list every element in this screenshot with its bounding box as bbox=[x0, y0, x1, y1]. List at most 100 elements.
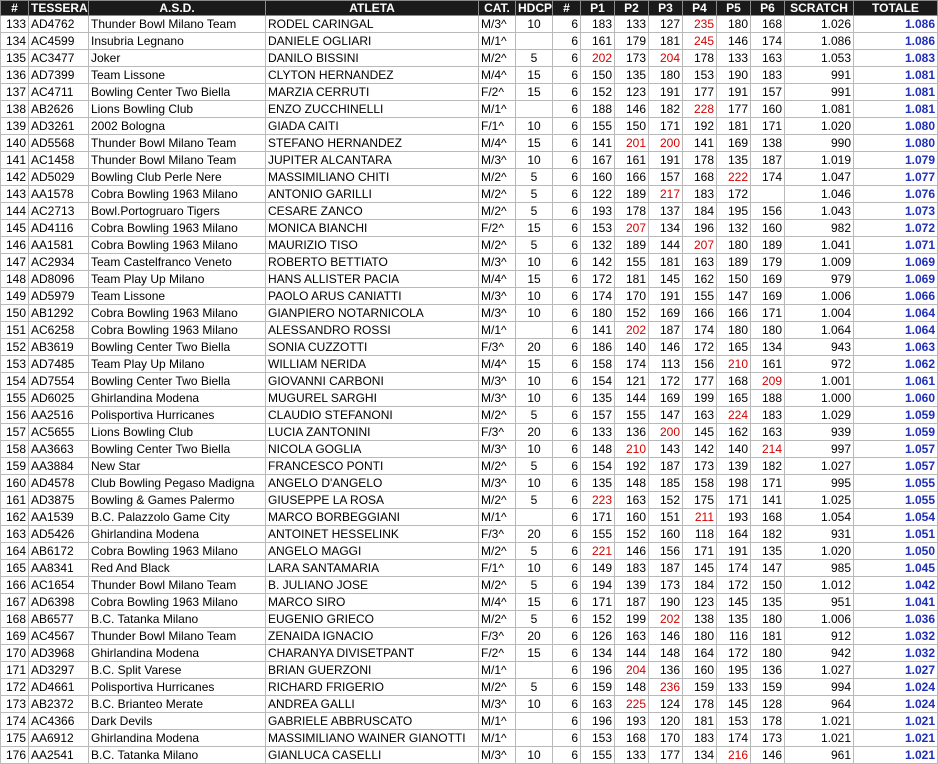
cell-game-score-p5: 133 bbox=[716, 678, 751, 696]
cell-game-score-p6: 138 bbox=[750, 134, 785, 152]
cell-game-score-p4: 199 bbox=[682, 389, 717, 407]
cell-position: 162 bbox=[0, 508, 29, 526]
cell-game-score-p4: 163 bbox=[682, 406, 717, 424]
cell-position: 163 bbox=[0, 525, 29, 543]
cell-game-score-p3: 137 bbox=[648, 202, 683, 220]
cell-asd: Thunder Bowl Milano Team bbox=[88, 134, 266, 152]
cell-totale: 1.024 bbox=[853, 678, 938, 696]
table-row: 160 AD4578 Club Bowling Pegaso Madigna ANGE… bbox=[0, 474, 938, 492]
table-row: 165 AA8341 Red And Black LARA SANTAMARIA F/1… bbox=[0, 559, 938, 577]
cell-game-score-p6 bbox=[750, 185, 785, 203]
cell-scratch: 1.021 bbox=[784, 729, 854, 747]
cell-game-score-p1: 153 bbox=[580, 219, 615, 237]
cell-game-score-p2: 179 bbox=[614, 32, 649, 50]
cell-atleta: ANTONIO GARILLI bbox=[265, 185, 479, 203]
cell-atleta: GIANLUCA CASELLI bbox=[265, 746, 479, 764]
cell-position: 170 bbox=[0, 644, 29, 662]
cell-totale: 1.050 bbox=[853, 542, 938, 560]
cell-hdcp: 10 bbox=[515, 474, 553, 492]
cell-position: 135 bbox=[0, 49, 29, 67]
cell-scratch: 1.047 bbox=[784, 168, 854, 186]
cell-game-score-p1: 223 bbox=[580, 491, 615, 509]
cell-totale: 1.041 bbox=[853, 593, 938, 611]
cell-position: 138 bbox=[0, 100, 29, 118]
cell-atleta: EUGENIO GRIECO bbox=[265, 610, 479, 628]
cell-game-score-p2: 189 bbox=[614, 185, 649, 203]
table-row: 146 AA1581 Cobra Bowling 1963 Milano MAURIZ… bbox=[0, 236, 938, 254]
cell-game-score-p6: 134 bbox=[750, 338, 785, 356]
cell-game-score-p5: 193 bbox=[716, 508, 751, 526]
cell-game-score-p3: 127 bbox=[648, 15, 683, 33]
cell-game-score-p4: 158 bbox=[682, 474, 717, 492]
cell-game-score-p2: 140 bbox=[614, 338, 649, 356]
cell-game-score-p2: 199 bbox=[614, 610, 649, 628]
cell-games: 6 bbox=[552, 219, 581, 237]
cell-game-score-p5: 191 bbox=[716, 83, 751, 101]
cell-game-score-p2: 144 bbox=[614, 389, 649, 407]
cell-asd: Polisportiva Hurricanes bbox=[88, 678, 266, 696]
cell-asd: Cobra Bowling 1963 Milano bbox=[88, 321, 266, 339]
cell-game-score-p5: 132 bbox=[716, 219, 751, 237]
cell-game-score-p3: 157 bbox=[648, 168, 683, 186]
cell-games: 6 bbox=[552, 168, 581, 186]
cell-game-score-p3: 191 bbox=[648, 151, 683, 169]
cell-games: 6 bbox=[552, 423, 581, 441]
col-header-totale: TOTALE bbox=[853, 0, 938, 16]
cell-game-score-p1: 142 bbox=[580, 253, 615, 271]
table-row: 136 AD7399 Team Lissone CLYTON HERNANDEZ M/4… bbox=[0, 66, 938, 84]
cell-game-score-p5: 162 bbox=[716, 423, 751, 441]
cell-asd: B.C. Split Varese bbox=[88, 661, 266, 679]
cell-game-score-p1: 194 bbox=[580, 576, 615, 594]
cell-asd: Thunder Bowl Milano Team bbox=[88, 576, 266, 594]
cell-cat: F/1^ bbox=[478, 559, 516, 577]
cell-totale: 1.081 bbox=[853, 66, 938, 84]
cell-tessera: AD3968 bbox=[28, 644, 89, 662]
cell-game-score-p6: 187 bbox=[750, 151, 785, 169]
cell-cat: M/4^ bbox=[478, 355, 516, 373]
cell-game-score-p4: 184 bbox=[682, 202, 717, 220]
cell-game-score-p5: 164 bbox=[716, 525, 751, 543]
cell-scratch: 1.020 bbox=[784, 542, 854, 560]
cell-game-score-p1: 183 bbox=[580, 15, 615, 33]
cell-asd: Ghirlandina Modena bbox=[88, 389, 266, 407]
cell-game-score-p6: 160 bbox=[750, 219, 785, 237]
cell-scratch: 1.021 bbox=[784, 712, 854, 730]
cell-game-score-p5: 140 bbox=[716, 440, 751, 458]
cell-scratch: 991 bbox=[784, 66, 854, 84]
cell-game-score-p2: 225 bbox=[614, 695, 649, 713]
cell-cat: M/1^ bbox=[478, 712, 516, 730]
cell-cat: M/4^ bbox=[478, 593, 516, 611]
cell-hdcp: 10 bbox=[515, 372, 553, 390]
cell-game-score-p6: 180 bbox=[750, 644, 785, 662]
cell-hdcp bbox=[515, 712, 553, 730]
cell-game-score-p5: 168 bbox=[716, 372, 751, 390]
cell-game-score-p3: 145 bbox=[648, 270, 683, 288]
cell-asd: Club Bowling Pegaso Madigna bbox=[88, 474, 266, 492]
cell-hdcp: 10 bbox=[515, 440, 553, 458]
cell-hdcp: 15 bbox=[515, 134, 553, 152]
cell-totale: 1.036 bbox=[853, 610, 938, 628]
cell-game-score-p2: 152 bbox=[614, 525, 649, 543]
cell-scratch: 1.012 bbox=[784, 576, 854, 594]
cell-game-score-p6: 178 bbox=[750, 712, 785, 730]
cell-atleta: GIUSEPPE LA ROSA bbox=[265, 491, 479, 509]
table-row: 150 AB1292 Cobra Bowling 1963 Milano GIANPI… bbox=[0, 304, 938, 322]
cell-game-score-p6: 147 bbox=[750, 559, 785, 577]
cell-game-score-p4: 164 bbox=[682, 644, 717, 662]
cell-games: 6 bbox=[552, 49, 581, 67]
cell-position: 172 bbox=[0, 678, 29, 696]
table-row: 153 AD7485 Team Play Up Milano WILLIAM NERI… bbox=[0, 355, 938, 373]
cell-cat: M/3^ bbox=[478, 287, 516, 305]
cell-asd: Lions Bowling Club bbox=[88, 423, 266, 441]
cell-scratch: 951 bbox=[784, 593, 854, 611]
cell-game-score-p3: 170 bbox=[648, 729, 683, 747]
cell-cat: M/2^ bbox=[478, 185, 516, 203]
cell-games: 6 bbox=[552, 236, 581, 254]
cell-game-score-p5: 147 bbox=[716, 287, 751, 305]
cell-games: 6 bbox=[552, 287, 581, 305]
table-row: 162 AA1539 B.C. Palazzolo Game City MARCO B… bbox=[0, 508, 938, 526]
cell-game-score-p4: 156 bbox=[682, 355, 717, 373]
table-row: 155 AD6025 Ghirlandina Modena MUGUREL SARGH… bbox=[0, 389, 938, 407]
cell-game-score-p4: 172 bbox=[682, 338, 717, 356]
cell-hdcp: 15 bbox=[515, 66, 553, 84]
